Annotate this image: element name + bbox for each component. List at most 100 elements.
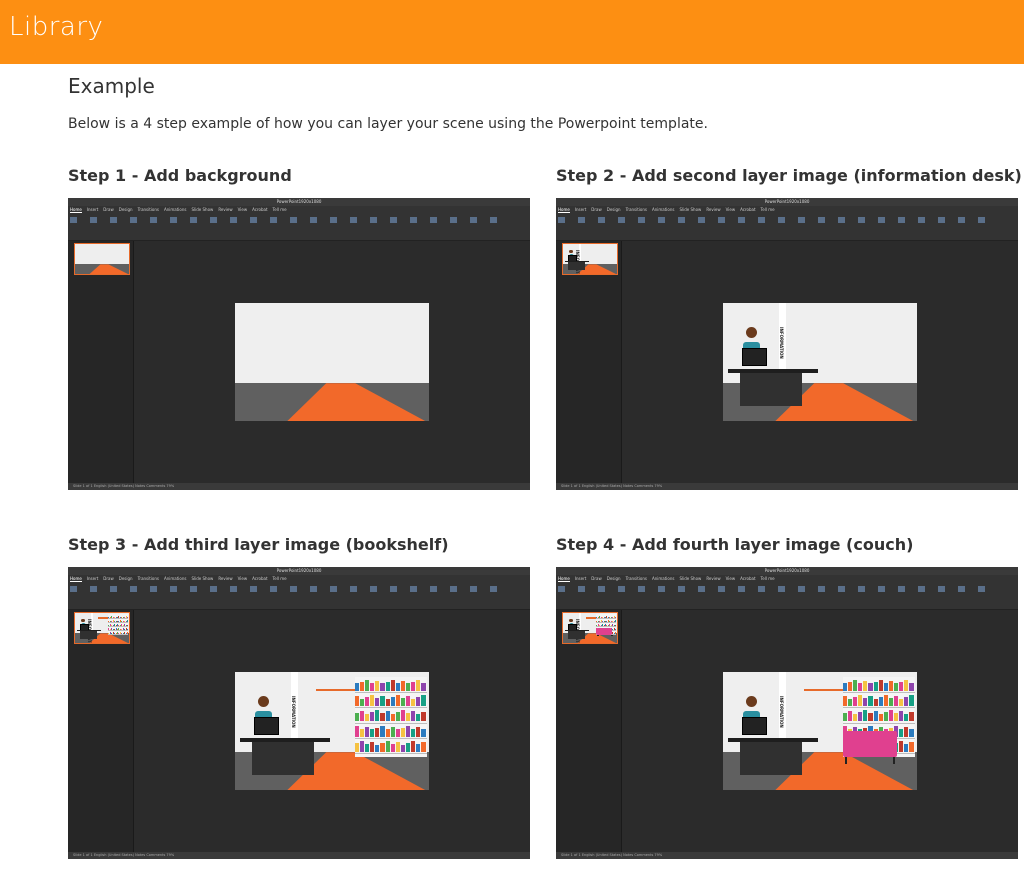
ribbon-tool-icon[interactable]: [758, 217, 765, 223]
ribbon-tab[interactable]: Slide Show: [191, 576, 213, 581]
ribbon-tool-icon[interactable]: [210, 217, 217, 223]
ribbon-tab[interactable]: Draw: [103, 576, 113, 581]
ribbon-tool-icon[interactable]: [250, 586, 257, 592]
ribbon-tab[interactable]: Insert: [87, 576, 98, 581]
ribbon-tool-icon[interactable]: [778, 586, 785, 592]
ribbon-tab[interactable]: Design: [119, 576, 133, 581]
ribbon-tab[interactable]: Draw: [591, 576, 601, 581]
ribbon-tool-icon[interactable]: [958, 586, 965, 592]
ribbon-tool-icon[interactable]: [598, 217, 605, 223]
ribbon-tool-icon[interactable]: [290, 586, 297, 592]
ribbon-tool-icon[interactable]: [778, 217, 785, 223]
ribbon-tool-icon[interactable]: [110, 586, 117, 592]
step-2-slide-canvas[interactable]: INFORMATION: [722, 303, 917, 421]
ribbon-tab[interactable]: Tell me: [761, 207, 775, 212]
ribbon-tool-icon[interactable]: [818, 217, 825, 223]
ribbon-tool-icon[interactable]: [878, 586, 885, 592]
ribbon-tool-icon[interactable]: [310, 217, 317, 223]
step-3-slide-canvas[interactable]: INFORMATION: [234, 672, 429, 790]
ribbon-tool-icon[interactable]: [370, 586, 377, 592]
ribbon-tab[interactable]: Acrobat: [252, 207, 267, 212]
ribbon-tab[interactable]: Home: [558, 207, 570, 213]
ribbon-tab[interactable]: Transitions: [138, 207, 159, 212]
ribbon-tool-icon[interactable]: [330, 217, 337, 223]
ribbon-tab[interactable]: View: [238, 576, 248, 581]
step-2-slide-thumbnail[interactable]: INFORMATION: [562, 243, 618, 275]
ribbon-tab[interactable]: Draw: [103, 207, 113, 212]
ribbon-tab[interactable]: View: [726, 576, 736, 581]
ribbon-tool-icon[interactable]: [310, 586, 317, 592]
ribbon-tool-icon[interactable]: [838, 586, 845, 592]
ribbon-tool-icon[interactable]: [938, 586, 945, 592]
ribbon-tool-icon[interactable]: [678, 586, 685, 592]
ribbon-tool-icon[interactable]: [858, 586, 865, 592]
ribbon-tab[interactable]: Acrobat: [252, 576, 267, 581]
ribbon-tool-icon[interactable]: [290, 217, 297, 223]
ribbon-tool-icon[interactable]: [798, 217, 805, 223]
ribbon-tab[interactable]: Review: [218, 576, 232, 581]
ribbon-tool-icon[interactable]: [658, 217, 665, 223]
ribbon-tab[interactable]: Insert: [575, 576, 586, 581]
ribbon-tab[interactable]: Transitions: [626, 207, 647, 212]
ribbon-tool-icon[interactable]: [838, 217, 845, 223]
ribbon-tab[interactable]: Animations: [164, 576, 186, 581]
ribbon-tool-icon[interactable]: [938, 217, 945, 223]
ribbon-tool-icon[interactable]: [918, 217, 925, 223]
ribbon-tool-icon[interactable]: [698, 586, 705, 592]
ribbon-tool-icon[interactable]: [558, 217, 565, 223]
ribbon-tool-icon[interactable]: [90, 217, 97, 223]
ribbon-tool-icon[interactable]: [190, 217, 197, 223]
ribbon-tool-icon[interactable]: [490, 217, 497, 223]
ribbon-tab[interactable]: Acrobat: [740, 576, 755, 581]
ribbon-tool-icon[interactable]: [918, 586, 925, 592]
ribbon-tool-icon[interactable]: [638, 586, 645, 592]
step-1-slide-thumbnail[interactable]: [74, 243, 130, 275]
ribbon-tab[interactable]: Design: [607, 576, 621, 581]
ribbon-tool-icon[interactable]: [978, 586, 985, 592]
ribbon-tool-icon[interactable]: [898, 586, 905, 592]
ribbon-tool-icon[interactable]: [410, 217, 417, 223]
ribbon-tool-icon[interactable]: [638, 217, 645, 223]
step-3-slide-thumbnail[interactable]: INFORMATION: [74, 612, 130, 644]
ribbon-tool-icon[interactable]: [90, 586, 97, 592]
ribbon-tool-icon[interactable]: [718, 586, 725, 592]
ribbon-tool-icon[interactable]: [110, 217, 117, 223]
ribbon-tool-icon[interactable]: [330, 586, 337, 592]
ribbon-tool-icon[interactable]: [150, 217, 157, 223]
ribbon-tool-icon[interactable]: [450, 586, 457, 592]
ribbon-tab[interactable]: Review: [218, 207, 232, 212]
step-1-slide-canvas[interactable]: [234, 303, 429, 421]
ribbon-tab[interactable]: View: [238, 207, 248, 212]
ribbon-tool-icon[interactable]: [390, 586, 397, 592]
ribbon-tab[interactable]: Tell me: [761, 576, 775, 581]
ribbon-tool-icon[interactable]: [130, 586, 137, 592]
ribbon-tool-icon[interactable]: [878, 217, 885, 223]
ribbon-tab[interactable]: View: [726, 207, 736, 212]
ribbon-tab[interactable]: Home: [70, 576, 82, 582]
ribbon-tab[interactable]: Tell me: [273, 576, 287, 581]
ribbon-tool-icon[interactable]: [698, 217, 705, 223]
ribbon-tool-icon[interactable]: [578, 586, 585, 592]
ribbon-tool-icon[interactable]: [858, 217, 865, 223]
ribbon-tool-icon[interactable]: [430, 217, 437, 223]
ribbon-tool-icon[interactable]: [618, 586, 625, 592]
ribbon-tool-icon[interactable]: [958, 217, 965, 223]
ribbon-tool-icon[interactable]: [738, 217, 745, 223]
ribbon-tool-icon[interactable]: [718, 217, 725, 223]
ribbon-tool-icon[interactable]: [150, 586, 157, 592]
ribbon-tab[interactable]: Design: [607, 207, 621, 212]
ribbon-tool-icon[interactable]: [430, 586, 437, 592]
ribbon-tab[interactable]: Animations: [652, 576, 674, 581]
ribbon-tab[interactable]: Home: [70, 207, 82, 213]
ribbon-tool-icon[interactable]: [170, 217, 177, 223]
ribbon-tool-icon[interactable]: [130, 217, 137, 223]
ribbon-tool-icon[interactable]: [978, 217, 985, 223]
ribbon-tab[interactable]: Home: [558, 576, 570, 582]
ribbon-tool-icon[interactable]: [170, 586, 177, 592]
ribbon-tool-icon[interactable]: [370, 217, 377, 223]
ribbon-tool-icon[interactable]: [490, 586, 497, 592]
ribbon-tab[interactable]: Review: [706, 576, 720, 581]
ribbon-tool-icon[interactable]: [350, 586, 357, 592]
ribbon-tool-icon[interactable]: [598, 586, 605, 592]
ribbon-tool-icon[interactable]: [230, 586, 237, 592]
